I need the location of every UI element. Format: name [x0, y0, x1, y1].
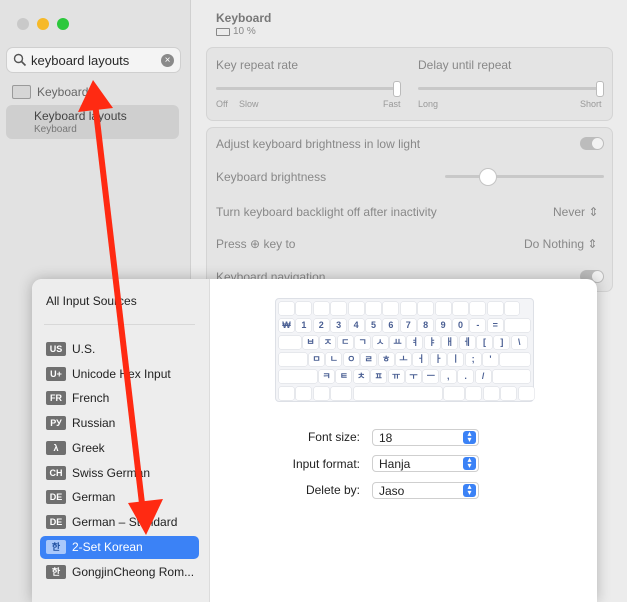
arrow-head-top — [78, 80, 113, 112]
arrow-head-bottom — [128, 499, 163, 535]
settings-window: keyboard layouts × Keyboard Keyboard lay… — [0, 0, 627, 602]
annotation-arrow — [78, 80, 163, 535]
arrow-shaft — [92, 102, 146, 513]
